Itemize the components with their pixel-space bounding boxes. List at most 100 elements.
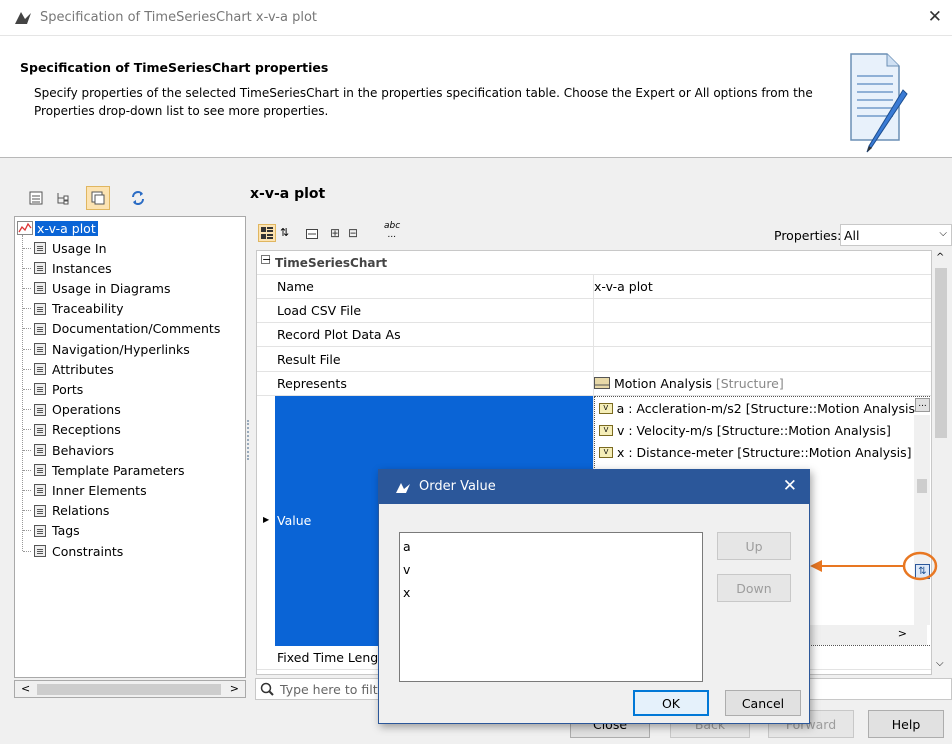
list-view-icon[interactable] <box>26 188 46 208</box>
tree-item[interactable]: Attributes <box>23 359 114 379</box>
specification-header: Specification of TimeSeriesChart propert… <box>0 36 952 158</box>
properties-dropdown[interactable]: All ⌵ <box>840 224 952 246</box>
value-row-label: Value <box>277 513 312 528</box>
document-icon <box>34 444 46 456</box>
single-field-icon[interactable] <box>306 228 318 242</box>
sort-az-icon[interactable]: ⇅ <box>280 226 289 239</box>
refresh-icon[interactable] <box>128 188 148 208</box>
ok-button[interactable]: OK <box>633 690 709 716</box>
value-item[interactable]: Vv : Velocity-m/s [Structure::Motion Ana… <box>599 423 915 438</box>
tree-item[interactable]: Navigation/Hyperlinks <box>23 339 190 359</box>
tree-item[interactable]: Template Parameters <box>23 460 185 480</box>
group-label: TimeSeriesChart <box>275 255 388 270</box>
document-icon <box>34 504 46 517</box>
part-property-icon: V <box>599 447 613 458</box>
help-button[interactable]: Help <box>868 710 944 738</box>
nested-view-icon[interactable] <box>86 186 110 210</box>
property-value: Motion Analysis [Structure] <box>594 376 784 391</box>
document-icon <box>34 383 46 396</box>
property-name: Result File <box>277 351 341 367</box>
scroll-down-icon[interactable]: ⌵ <box>936 658 944 669</box>
time-series-chart-icon <box>17 221 33 235</box>
order-list-item[interactable]: x <box>403 585 410 600</box>
property-name: Record Plot Data As <box>277 327 401 343</box>
property-row[interactable]: Result File <box>257 348 931 372</box>
tree-item[interactable]: Operations <box>23 400 121 420</box>
value-item[interactable]: Vx : Distance-meter [Structure::Motion A… <box>599 445 915 460</box>
panel-title: x-v-a plot <box>250 186 326 202</box>
close-icon[interactable]: ✕ <box>783 476 797 496</box>
tree-item[interactable]: Receptions <box>23 420 121 440</box>
table-vertical-scrollbar[interactable]: ^ ⌵ <box>932 250 950 675</box>
value-list-scrollbar[interactable] <box>914 415 930 625</box>
tree-item[interactable]: Constraints <box>23 541 123 561</box>
tree-item-label: Relations <box>52 503 110 519</box>
tree-item[interactable]: Usage in Diagrams <box>23 278 170 298</box>
value-item[interactable]: Va : Accleration-m/s2 [Structure::Motion… <box>599 401 915 416</box>
tree-horizontal-scrollbar[interactable]: < > <box>14 680 246 698</box>
search-icon <box>260 682 274 696</box>
abc-icon[interactable]: abc ... <box>384 222 400 240</box>
header-description: Specify properties of the selected TimeS… <box>34 86 813 118</box>
scroll-up-icon[interactable]: ^ <box>936 252 944 263</box>
scroll-right-icon[interactable]: > <box>230 682 239 695</box>
scroll-thumb[interactable] <box>917 479 927 493</box>
tree-item[interactable]: Tags <box>23 521 80 541</box>
ellipsis-button[interactable]: ... <box>915 398 930 412</box>
up-button[interactable]: Up <box>717 532 791 560</box>
document-icon <box>34 423 46 436</box>
order-list[interactable]: avx <box>399 532 703 682</box>
tree-item[interactable]: Traceability <box>23 299 123 319</box>
property-row[interactable]: Name x-v-a plot <box>257 275 931 299</box>
order-list-item[interactable]: v <box>403 562 410 577</box>
order-value-dialog: Order Value ✕ avx Up Down OK Cancel <box>378 469 810 724</box>
tree-item[interactable]: Instances <box>23 258 112 278</box>
document-icon <box>34 464 46 477</box>
property-name: Load CSV File <box>277 303 362 319</box>
document-icon <box>34 363 46 376</box>
close-icon[interactable]: ✕ <box>928 7 942 27</box>
tree-item[interactable]: Inner Elements <box>23 480 147 500</box>
part-property-icon: V <box>599 403 613 414</box>
property-name: Name <box>277 279 314 294</box>
tree-item-label: Usage In <box>52 240 107 256</box>
group-row[interactable]: − TimeSeriesChart <box>257 251 931 275</box>
tree-item-label: Receptions <box>52 422 121 438</box>
scroll-thumb[interactable] <box>37 684 221 695</box>
property-row[interactable]: Load CSV File <box>257 299 931 324</box>
window-title: Specification of TimeSeriesChart x-v-a p… <box>40 10 317 25</box>
tree-item[interactable]: Usage In <box>23 238 107 258</box>
tree-item[interactable]: Behaviors <box>23 440 114 460</box>
tree-item-label: Attributes <box>52 361 114 377</box>
property-row[interactable]: Represents Motion Analysis [Structure] <box>257 372 931 396</box>
property-name: Represents <box>277 375 347 391</box>
property-row[interactable]: Record Plot Data As <box>257 323 931 348</box>
categorized-view-icon[interactable] <box>258 224 276 242</box>
expand-all-icon[interactable]: ⊞ <box>330 226 340 240</box>
scroll-left-icon[interactable]: < <box>21 682 30 695</box>
scroll-thumb[interactable] <box>935 268 947 438</box>
down-button[interactable]: Down <box>717 574 791 602</box>
callout-annotation <box>810 551 938 581</box>
tree-item-label: Tags <box>52 523 80 539</box>
structure-icon <box>594 376 610 389</box>
document-icon <box>34 403 46 416</box>
collapse-group-icon[interactable]: − <box>261 254 271 265</box>
filter-placeholder: Type here to filt <box>280 682 378 697</box>
cancel-button[interactable]: Cancel <box>725 690 801 716</box>
tree-item[interactable]: Documentation/Comments <box>23 319 220 339</box>
app-icon <box>15 12 31 24</box>
tree-root[interactable]: x-v-a plot <box>17 218 98 238</box>
properties-label: Properties: <box>774 228 842 243</box>
tree-item-label: Usage in Diagrams <box>52 280 171 296</box>
property-value: x-v-a plot <box>594 279 653 294</box>
specification-tree: x-v-a plot Usage In Instances Usage in Dia… <box>14 216 246 678</box>
tree-view-icon[interactable] <box>52 188 72 208</box>
tree-item[interactable]: Ports <box>23 379 83 399</box>
scroll-right-icon[interactable]: > <box>898 627 907 640</box>
tree-item[interactable]: Relations <box>23 501 109 521</box>
splitter-handle[interactable] <box>247 420 250 460</box>
order-list-item[interactable]: a <box>403 539 411 554</box>
collapse-all-icon[interactable]: ⊟ <box>348 226 358 240</box>
properties-dropdown-value: All <box>844 228 860 243</box>
